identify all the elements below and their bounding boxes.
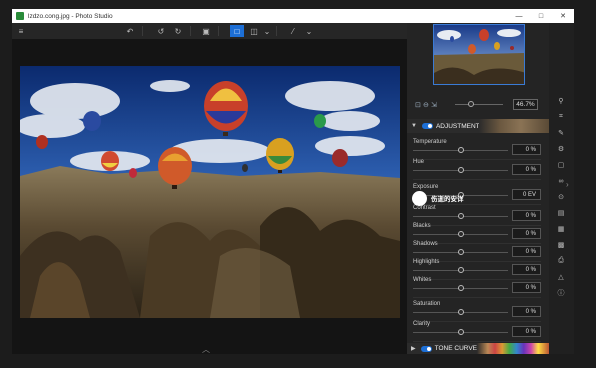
save-icon[interactable]: ▣	[200, 25, 212, 37]
adjustments-toggle[interactable]	[421, 123, 433, 129]
slider-handle[interactable]	[457, 231, 464, 237]
image-canvas[interactable]: ︿	[12, 39, 407, 354]
glasses-icon[interactable]: ∞	[556, 176, 566, 186]
zoom-value-field[interactable]: 46.7%	[513, 99, 538, 110]
layers-icon[interactable]: ▢	[556, 160, 566, 170]
slider-label: Highlights	[413, 259, 440, 265]
slider-row: Hue 0 %	[407, 159, 549, 181]
slider-value-field[interactable]: 0 %	[512, 144, 541, 155]
tool-rail: ⚲ ⌗ ✎ ⚙ ▢ ∞ ⊙ ▤ ▦ ▩ ⎙ △ ⓘ	[549, 23, 574, 354]
toolbar-divider	[142, 26, 143, 36]
chevron-right-icon[interactable]: ›	[566, 180, 569, 189]
slider-label: Saturation	[413, 301, 441, 307]
slider-handle[interactable]	[457, 147, 464, 153]
slider-label: Hue	[413, 159, 425, 165]
watermark: 伤逝的安详	[412, 190, 492, 206]
person-icon[interactable]: ⚲	[556, 96, 566, 106]
print-icon[interactable]: ⎙	[556, 256, 566, 266]
slider-handle[interactable]	[457, 249, 464, 255]
slider-handle[interactable]	[457, 329, 464, 335]
watermark-logo-icon	[412, 190, 427, 206]
tone-curves-title: TONE CURVES	[434, 345, 482, 352]
toolbar-divider	[190, 26, 191, 36]
toolbar-divider	[276, 26, 277, 36]
slider-row: Saturation 0 %	[407, 301, 549, 323]
minimize-button[interactable]: —	[508, 9, 530, 23]
warning-icon[interactable]: △	[556, 272, 566, 282]
slider-label: Clarity	[413, 321, 431, 327]
crop-icon[interactable]: ⌗	[556, 112, 566, 122]
slider-divider	[413, 297, 541, 298]
text-icon[interactable]: ▤	[556, 208, 566, 218]
info-icon[interactable]: ⓘ	[556, 288, 566, 298]
actual-size-icon[interactable]: ⇲	[431, 101, 439, 109]
slider-value-field[interactable]: 0 %	[512, 264, 541, 275]
slider-handle[interactable]	[457, 285, 464, 291]
menu-icon[interactable]: ≡	[15, 25, 27, 37]
toolbar: ≡ ↶ ↺ ↻ ▣ □ ◫ ⌄ ⁄ ⌄	[12, 23, 407, 39]
window-title: lzdzo.cong.jpg - Photo Studio	[28, 12, 113, 20]
slider-label: Shadows	[413, 241, 438, 247]
maximize-button[interactable]: □	[530, 9, 552, 23]
slider-value-field[interactable]: 0 %	[512, 306, 541, 317]
slider-label: Temperature	[413, 139, 447, 145]
zoom-out-icon[interactable]: ⊖	[423, 101, 431, 109]
slider-divider	[413, 179, 541, 180]
slider-label: Whites	[413, 277, 432, 283]
watermark-text: 伤逝的安详	[431, 196, 464, 203]
navigator-thumbnail[interactable]	[433, 24, 525, 85]
expand-caret-icon[interactable]: ▶	[411, 345, 416, 352]
slider-row: Temperature 0 %	[407, 139, 549, 161]
undo-icon[interactable]: ↶	[124, 25, 136, 37]
adjustments-header[interactable]: ▼ ADJUSTMENTS	[407, 119, 549, 133]
slider-handle[interactable]	[457, 213, 464, 219]
single-view-icon[interactable]: □	[230, 25, 244, 37]
adjust-icon[interactable]: ⚙	[556, 144, 566, 154]
chevron-down-icon[interactable]: ⌄	[261, 25, 273, 37]
chevron-up-icon[interactable]: ︿	[202, 344, 210, 355]
slider-value-field[interactable]: 0 %	[512, 246, 541, 257]
slider-value-field[interactable]: 0 %	[512, 228, 541, 239]
slider-value-field[interactable]: 0 EV	[512, 189, 541, 200]
right-panel: ⊡ ⊖ ⇲ 46.7% ▼ ADJUSTMENTS Temperature 0 %…	[407, 23, 549, 354]
slider-row: Clarity 0 %	[407, 321, 549, 343]
film-icon[interactable]: ▦	[556, 224, 566, 234]
zoom-slider-handle[interactable]	[468, 101, 474, 107]
toolbar-divider	[218, 26, 219, 36]
slider-row: Whites 0 %	[407, 277, 549, 299]
tone-curves-toggle[interactable]	[420, 345, 432, 352]
image-icon[interactable]: ▩	[556, 240, 566, 250]
chevron-down-icon[interactable]: ⌄	[303, 25, 315, 37]
compare-view-icon[interactable]: ◫	[248, 25, 260, 37]
close-button[interactable]: ✕	[552, 9, 574, 23]
slider-divider	[413, 341, 541, 342]
slider-handle[interactable]	[457, 309, 464, 315]
slider-value-field[interactable]: 0 %	[512, 282, 541, 293]
tone-curves-header[interactable]: ▶ TONE CURVES	[407, 343, 549, 354]
slider-handle[interactable]	[457, 167, 464, 173]
collapse-caret-icon[interactable]: ▼	[411, 123, 417, 129]
rotate-right-icon[interactable]: ↻	[172, 25, 184, 37]
slider-value-field[interactable]: 0 %	[512, 326, 541, 337]
main-photo	[20, 66, 400, 318]
title-bar: lzdzo.cong.jpg - Photo Studio — □ ✕	[12, 9, 574, 23]
app-logo-icon	[16, 12, 24, 20]
stamp-icon[interactable]: ⊙	[556, 192, 566, 202]
brush-icon[interactable]: ✎	[556, 128, 566, 138]
zoom-slider-track[interactable]	[455, 104, 503, 105]
fit-screen-icon[interactable]: ⊡	[415, 101, 423, 109]
slider-label: Blacks	[413, 223, 431, 229]
gears-decoration-icon	[479, 119, 549, 133]
app-window: lzdzo.cong.jpg - Photo Studio — □ ✕ ≡ ↶ …	[12, 9, 574, 354]
slider-value-field[interactable]: 0 %	[512, 164, 541, 175]
slider-value-field[interactable]: 0 %	[512, 210, 541, 221]
slider-handle[interactable]	[457, 267, 464, 273]
pencils-decoration-icon	[477, 343, 549, 354]
window-controls: — □ ✕	[508, 9, 574, 23]
magic-wand-icon[interactable]: ⁄	[287, 25, 299, 37]
adjustments-title: ADJUSTMENTS	[435, 122, 484, 130]
rotate-left-icon[interactable]: ↺	[155, 25, 167, 37]
zoom-controls: ⊡ ⊖ ⇲ 46.7%	[415, 99, 545, 111]
